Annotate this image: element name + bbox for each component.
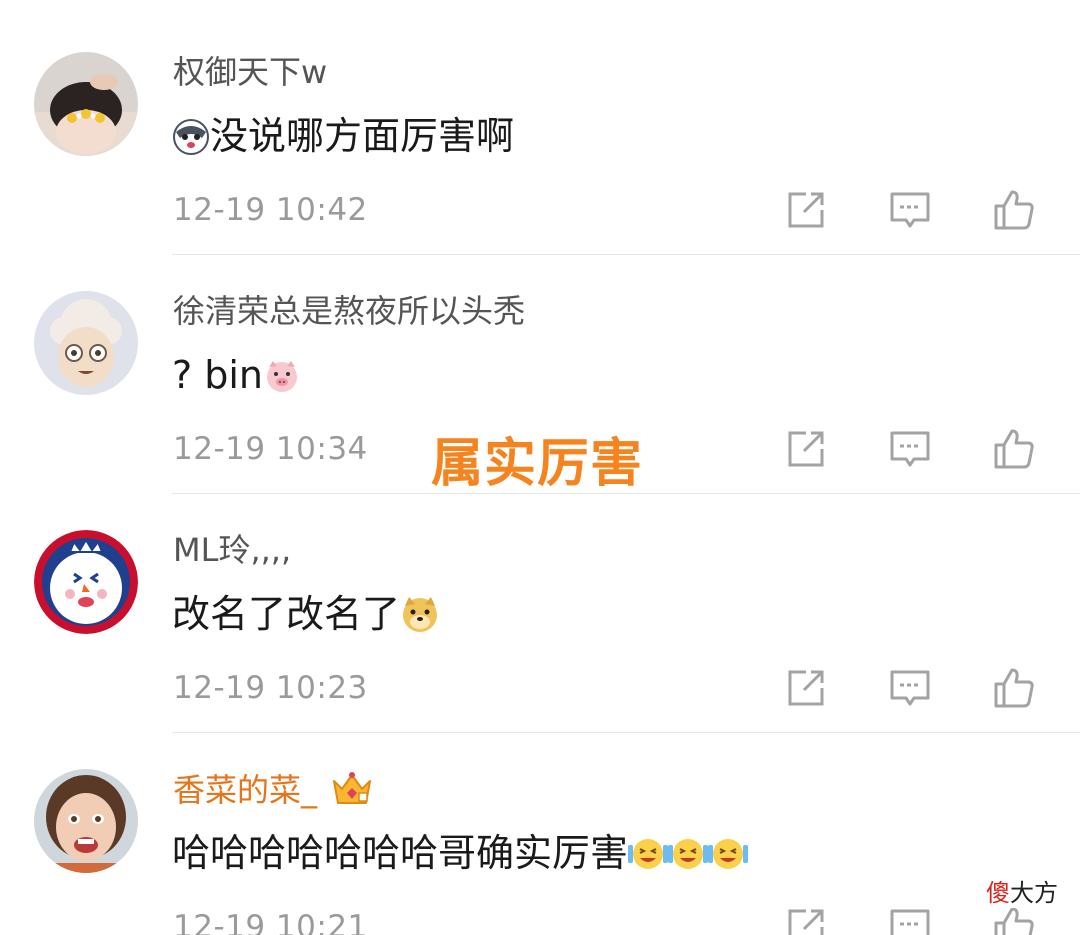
share-icon bbox=[788, 431, 824, 467]
avatar[interactable] bbox=[34, 291, 138, 395]
comment-text: 改名了改名了 bbox=[172, 590, 440, 645]
thumbs-up-icon bbox=[994, 907, 1034, 935]
avatar[interactable] bbox=[34, 530, 138, 634]
comment-item: 香菜的菜_ 哈哈哈哈哈哈哈哥确实厉害 12-19 10:21 bbox=[0, 733, 1080, 935]
timestamp: 12-19 10:21 bbox=[173, 909, 368, 935]
comment-item: ML玲,,,, 改名了改名了 12-19 10:23 bbox=[0, 494, 1080, 733]
share-button[interactable] bbox=[784, 427, 828, 471]
comment-item: 权御天下w 没说哪方面厉害啊 12-19 10:42 bbox=[0, 16, 1080, 255]
comment-icon bbox=[890, 192, 930, 228]
share-button[interactable] bbox=[784, 905, 828, 935]
thumbs-up-icon bbox=[994, 429, 1034, 469]
thumbs-up-icon bbox=[994, 668, 1034, 708]
comment-text: 哈哈哈哈哈哈哈哥确实厉害 bbox=[172, 829, 749, 884]
comment-text: 没说哪方面厉害啊 bbox=[172, 112, 514, 167]
timestamp: 12-19 10:42 bbox=[173, 192, 368, 228]
username[interactable]: 徐清荣总是熬夜所以头秃 bbox=[173, 291, 525, 331]
crown-icon bbox=[331, 769, 373, 816]
comment-feed: 权御天下w 没说哪方面厉害啊 12-19 10:42 徐清荣总是熬夜所以头秃 ?… bbox=[0, 0, 1080, 935]
comment-icon bbox=[890, 909, 930, 935]
share-button[interactable] bbox=[784, 188, 828, 232]
timestamp: 12-19 10:34 bbox=[173, 431, 368, 467]
avatar[interactable] bbox=[34, 52, 138, 156]
avatar[interactable] bbox=[34, 769, 138, 873]
timestamp: 12-19 10:23 bbox=[173, 670, 368, 706]
comment-icon bbox=[890, 431, 930, 467]
comment-button[interactable] bbox=[888, 666, 932, 710]
like-button[interactable] bbox=[992, 666, 1036, 710]
laugh-cry-emoji bbox=[628, 835, 669, 884]
pig-emoji bbox=[263, 357, 301, 406]
like-button[interactable] bbox=[992, 188, 1036, 232]
share-icon bbox=[788, 192, 824, 228]
like-button[interactable] bbox=[992, 427, 1036, 471]
husky-dog-emoji bbox=[172, 118, 210, 167]
comment-icon bbox=[890, 670, 930, 706]
username[interactable]: 权御天下w bbox=[173, 52, 327, 92]
doge-emoji bbox=[400, 594, 440, 645]
share-button[interactable] bbox=[784, 666, 828, 710]
like-button[interactable] bbox=[992, 905, 1036, 935]
username[interactable]: 香菜的菜_ bbox=[173, 769, 373, 816]
thumbs-up-icon bbox=[994, 190, 1034, 230]
username[interactable]: ML玲,,,, bbox=[173, 530, 291, 570]
comment-button[interactable] bbox=[888, 188, 932, 232]
laugh-cry-emoji bbox=[708, 835, 749, 884]
share-icon bbox=[788, 909, 824, 935]
watermark: 傻大方 bbox=[984, 878, 1060, 908]
laugh-cry-emoji bbox=[668, 835, 709, 884]
comment-button[interactable] bbox=[888, 905, 932, 935]
comment-button[interactable] bbox=[888, 427, 932, 471]
share-icon bbox=[788, 670, 824, 706]
caption-overlay: 属实厉害 bbox=[431, 434, 644, 494]
comment-text: ? bin bbox=[172, 351, 301, 406]
